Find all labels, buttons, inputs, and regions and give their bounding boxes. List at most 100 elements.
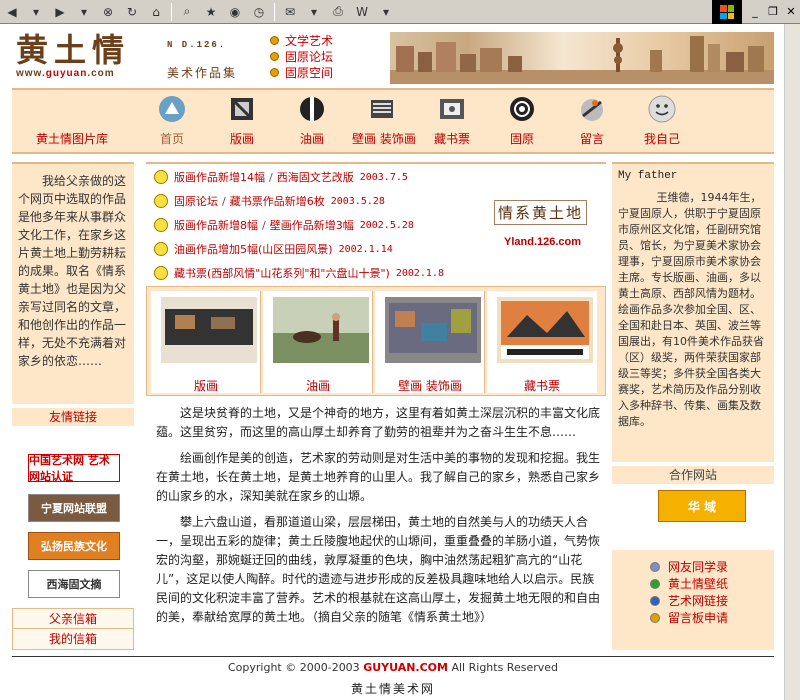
gallery-home-link[interactable]: 黄土情图片库 [36, 130, 108, 147]
news-item[interactable]: 版画作品新增14幅 / 西海固文艺改版 2003.7.5 [154, 168, 408, 186]
nav-item-bookplates[interactable]: 藏书票 [422, 94, 482, 147]
center-column: 版画作品新增14幅 / 西海固文艺改版 2003.7.5 固原论坛 / 藏书票作… [146, 162, 606, 652]
bookplate-icon [437, 94, 467, 124]
link-label: 艺术网链接 [668, 594, 729, 608]
minimize-icon[interactable]: _ [746, 2, 764, 20]
father-mailbox-link[interactable]: 父亲信箱 [13, 609, 133, 629]
edit-dropdown-icon[interactable]: ▾ [376, 3, 396, 21]
top-link-forum[interactable]: 固原论坛 [270, 48, 333, 64]
forward-icon[interactable]: ▶ [50, 3, 70, 21]
link-art-links[interactable]: 艺术网链接 [650, 592, 774, 609]
partner-sites-title: 合作网站 [612, 466, 774, 484]
right-column: My father 王维德，1944年生，宁夏固原人，供职于宁夏固原市原州区文化… [612, 162, 774, 654]
link-label: 留言板申请 [668, 611, 729, 625]
back-dropdown-icon[interactable]: ▾ [26, 3, 46, 21]
restore-icon[interactable]: ❐ [764, 2, 782, 20]
news-title-secondary: 西海固文艺改版 [276, 171, 354, 184]
article-paragraph: 攀上六盘山道，看那道道山梁，层层梯田，黄土地的自然美与人的功绩天人合一，呈现出五… [156, 515, 601, 624]
nav-item-prints[interactable]: 版画 [212, 94, 272, 147]
link-classmates[interactable]: 网友同学录 [650, 558, 774, 575]
smiley-icon [154, 242, 168, 256]
friend-link-culture[interactable]: 弘扬民族文化 [28, 532, 120, 560]
nav-item-murals[interactable]: 壁画 装饰画 [352, 94, 416, 147]
mural-icon [367, 94, 397, 124]
nav-item-home[interactable]: 首页 [142, 94, 202, 147]
oil-thumbnail [273, 297, 369, 363]
news-title: 固原论坛 [174, 195, 218, 208]
print-icon[interactable]: ⎙ [328, 3, 348, 21]
friend-link-ningxia[interactable]: 宁夏网站联盟 [28, 494, 120, 522]
forward-dropdown-icon[interactable]: ▾ [74, 3, 94, 21]
copyright-prefix: Copyright © 2000-2003 [227, 661, 364, 674]
left-column: 我给父亲做的这个网页中选取的作品是他多年来从事群众文化工作，在家乡这片黄土地上勤… [12, 162, 134, 654]
mail-dropdown-icon[interactable]: ▾ [304, 3, 324, 21]
city-skyline-banner [390, 32, 774, 84]
news-item[interactable]: 版画作品新增8幅 / 壁画作品新增3幅 2002.5.28 [154, 216, 414, 234]
gallery-item-murals[interactable]: 壁画 装饰画 [375, 291, 485, 393]
link-guestbook[interactable]: 留言板申请 [650, 609, 774, 626]
nav-label: 首页 [159, 132, 184, 146]
bullet-icon [270, 67, 279, 77]
bullet-icon [270, 51, 279, 61]
top-link-label: 固原空间 [285, 65, 334, 80]
friend-links-title: 友情链接 [12, 408, 134, 426]
issue-code: N D.126. [167, 40, 227, 50]
gallery-label: 油画 [305, 379, 330, 393]
my-mailbox-link[interactable]: 我的信箱 [13, 629, 133, 649]
vertical-scrollbar[interactable] [784, 24, 800, 700]
promo-url[interactable]: Yland.126.com [504, 236, 581, 248]
smiley-icon [647, 94, 677, 124]
article-paragraph: 这是块贫脊的土地，又是个神奇的地方，这里有着如黄土深层沉积的丰富文化底蕴。这里贫… [156, 406, 601, 439]
page-content: 黄土情 www.guyuan.com N D.126. 美术作品集 文学艺术 固… [12, 24, 774, 700]
top-link-literature[interactable]: 文学艺术 [270, 32, 333, 48]
nav-label: 油画 [299, 132, 324, 146]
nav-label: 版画 [229, 132, 254, 146]
mural-thumbnail [385, 297, 481, 363]
smiley-icon [154, 266, 168, 280]
mail-icon[interactable]: ✉ [280, 3, 300, 21]
news-separator: / [262, 218, 266, 232]
media-icon[interactable]: ◉ [225, 3, 245, 21]
close-icon[interactable]: ✕ [782, 2, 800, 20]
news-item[interactable]: 固原论坛 / 藏书票作品新增6枚 2003.5.28 [154, 192, 385, 210]
bullet-icon [270, 35, 279, 45]
nav-item-oil[interactable]: 油画 [282, 94, 342, 147]
site-subtitle: 美术作品集 [167, 66, 238, 80]
copyright-brand: GUYUAN.COM [363, 661, 448, 674]
home-icon[interactable]: ⌂ [146, 3, 166, 21]
gallery-label: 版画 [193, 379, 218, 393]
favorites-icon[interactable]: ★ [201, 3, 221, 21]
link-wallpaper[interactable]: 黄土情壁纸 [650, 575, 774, 592]
promo-title: 情系黄土地 [494, 200, 588, 225]
stop-icon[interactable]: ⊗ [98, 3, 118, 21]
nav-item-message[interactable]: 留言 [562, 94, 622, 147]
smiley-icon [154, 170, 168, 184]
top-links: 文学艺术 固原论坛 固原空间 [270, 32, 333, 80]
news-title-secondary: 壁画作品新增3幅 [269, 219, 354, 232]
news-date: 2002.1.8 [395, 267, 444, 279]
top-link-space[interactable]: 固原空间 [270, 64, 333, 80]
gallery-item-prints[interactable]: 版画 [151, 291, 261, 393]
print-art-icon [227, 94, 257, 124]
back-icon[interactable]: ◀ [2, 3, 22, 21]
gallery-label: 藏书票 [523, 379, 560, 393]
news-item[interactable]: 油画作品增加5幅(山区田园风景) 2002.1.14 [154, 240, 393, 258]
footer-site-name: 黄土情美术网 [350, 682, 435, 696]
edit-icon[interactable]: W [352, 3, 372, 21]
nav-item-myself[interactable]: 我自己 [632, 94, 692, 147]
news-date: 2003.5.28 [330, 195, 385, 207]
search-icon[interactable]: ⌕ [177, 3, 197, 21]
news-date: 2003.7.5 [359, 171, 408, 183]
partner-logo-huayu[interactable]: 华 域 [658, 490, 746, 522]
logo-url: www.guyuan.com [16, 68, 156, 79]
nav-item-guyuan[interactable]: 固原 [492, 94, 552, 147]
friend-link-xihaigu[interactable]: 西海固文摘 [28, 570, 120, 598]
gallery-item-bookplates[interactable]: 藏书票 [487, 291, 597, 393]
refresh-icon[interactable]: ↻ [122, 3, 142, 21]
mailbox-links: 父亲信箱 我的信箱 [12, 608, 134, 650]
history-icon[interactable]: ◷ [249, 3, 269, 21]
gallery-item-oil[interactable]: 油画 [263, 291, 373, 393]
friend-link-art-cert[interactable]: 中国艺术网 艺术网站认证 [28, 454, 120, 483]
site-logo[interactable]: 黄土情 www.guyuan.com [16, 32, 156, 82]
news-item[interactable]: 藏书票(西部风情"山花系列"和"六盘山十景") 2002.1.8 [154, 264, 444, 282]
